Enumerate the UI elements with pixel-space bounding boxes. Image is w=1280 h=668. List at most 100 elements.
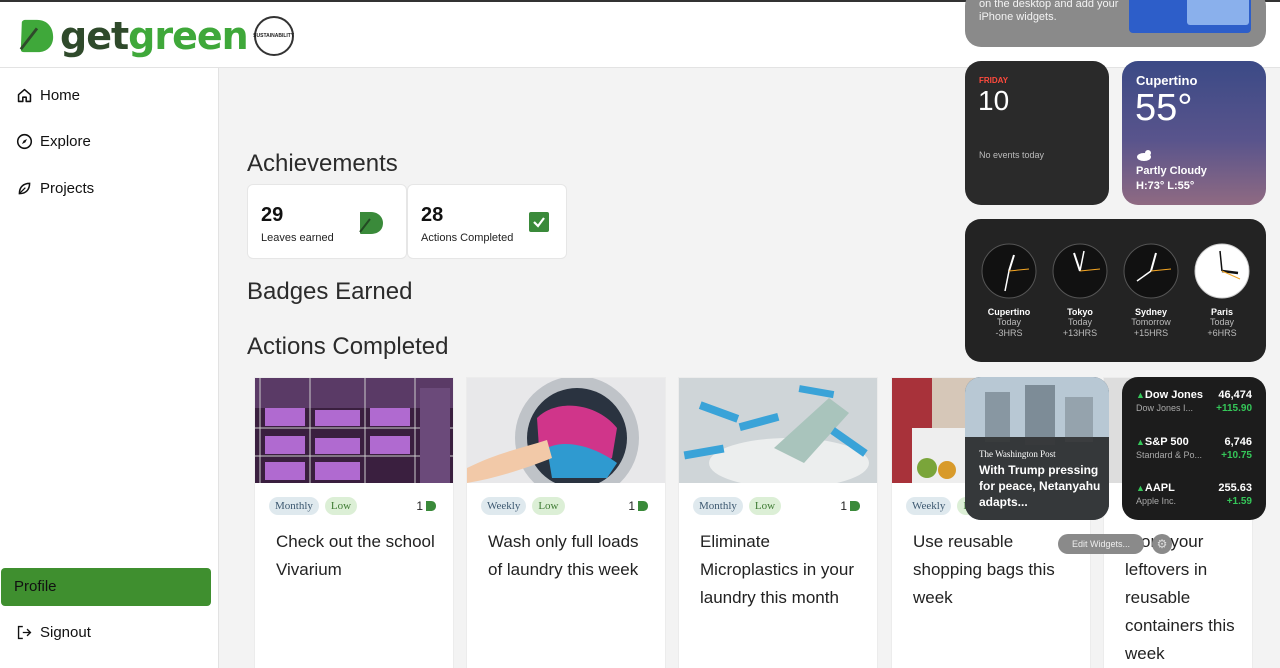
leaf-icon: [18, 182, 31, 195]
frequency-tag: Monthly: [693, 497, 743, 515]
badges-heading: Badges Earned: [247, 278, 413, 305]
clock-offset: +13HRS: [1062, 328, 1098, 338]
actions-completed-card: 28 Actions Completed: [407, 184, 567, 259]
clothespins-image: [679, 378, 877, 483]
signout-label: Signout: [40, 624, 91, 641]
calendar-day: FRIDAY: [979, 76, 1009, 85]
leaf-icon: [850, 501, 860, 511]
clock-city: Paris: [1210, 307, 1234, 317]
frequency-tag: Monthly: [269, 497, 319, 515]
stock-row: ▲S&P 500 6,746 Standard & Po... +10.75: [1136, 436, 1252, 461]
leaf-icon: [359, 212, 383, 234]
home-icon: [17, 88, 32, 103]
sustainability-seal: SUSTAINABILITY: [253, 16, 294, 56]
leaf-count: 1: [628, 499, 649, 513]
leaf-icon: [426, 501, 436, 511]
signout-icon: [17, 625, 32, 640]
laundry-image: [467, 378, 665, 483]
clock-tokyo: Tokyo Today +13HRS: [1051, 243, 1109, 339]
main-content: Achievements 29 Leaves earned 28 Actions…: [219, 68, 1280, 668]
checkbox-icon: [529, 212, 549, 232]
card-title: Eliminate Microplastics in your laundry …: [700, 532, 854, 607]
clock-cupertino: Cupertino Today -3HRS: [980, 243, 1038, 339]
profile-button[interactable]: Profile: [1, 568, 211, 606]
actions-completed-value: 28: [421, 204, 444, 226]
weather-condition: Partly Cloudy: [1136, 165, 1207, 177]
clock-day: Today: [996, 317, 1022, 327]
compass-icon: [16, 133, 33, 150]
stocks-widget[interactable]: ▲Dow Jones 46,474 Dow Jones I... +115.90 ▲…: [1122, 377, 1266, 520]
sidebar-item-label: Projects: [40, 180, 95, 197]
sidebar-item-home[interactable]: Home: [16, 87, 80, 104]
actions-completed-label: Actions Completed: [421, 232, 514, 244]
news-headline: With Trump pressing for peace, Netanyahu…: [979, 463, 1101, 509]
achievements-heading: Achievements: [247, 150, 398, 177]
card-title: Wash only full loads of laundry this wee…: [488, 532, 639, 579]
up-arrow-icon: ▲: [1136, 437, 1145, 447]
card-title: Store your leftovers in reusable contain…: [1125, 532, 1235, 663]
level-tag: Low: [532, 497, 565, 515]
weather-widget[interactable]: Cupertino 55° Partly Cloudy H:73° L:55°: [1122, 61, 1266, 205]
stock-row: ▲AAPL 255.63 Apple Inc. +1.59: [1136, 482, 1252, 507]
card-title: Check out the school Vivarium: [276, 532, 435, 579]
news-publisher: The Washington Post: [979, 449, 1056, 459]
sidebar-item-projects[interactable]: Projects: [16, 180, 94, 197]
signout-button[interactable]: Signout: [16, 624, 91, 641]
gear-icon[interactable]: ⚙: [1152, 534, 1172, 554]
frequency-tag: Weekly: [906, 497, 952, 515]
sidebar-item-explore[interactable]: Explore: [16, 133, 91, 150]
level-tag: Low: [748, 497, 782, 515]
sidebar-item-label: Explore: [40, 133, 91, 150]
clock-offset: -3HRS: [995, 328, 1023, 338]
clock-face-icon: [1194, 243, 1250, 299]
weather-hilo: H:73° L:55°: [1136, 180, 1195, 192]
vivarium-image: [255, 378, 453, 483]
getgreen-logo[interactable]: getgreen SUSTAINABILITY: [18, 16, 294, 56]
clock-face-icon: [1052, 243, 1108, 299]
clock-offset: +6HRS: [1207, 328, 1237, 338]
clock-day: Today: [1067, 317, 1093, 327]
leaf-count: 1: [416, 499, 437, 513]
clock-paris: Paris Today +6HRS: [1193, 243, 1251, 339]
promo-text: on the desktop and add your iPhone widge…: [979, 0, 1119, 23]
clock-day: Tomorrow: [1131, 317, 1171, 327]
weather-city: Cupertino: [1136, 73, 1198, 88]
leaf-count: 1: [840, 499, 861, 513]
action-card[interactable]: Monthly Low 1 Check out the school Vivari…: [254, 377, 454, 668]
card-title: Use reusable shopping bags this week: [913, 532, 1055, 607]
clock-day: Today: [1209, 317, 1235, 327]
sidebar-item-label: Home: [40, 87, 81, 104]
calendar-widget[interactable]: FRIDAY 10 No events today: [965, 61, 1109, 205]
promo-image-inner: [1187, 0, 1249, 25]
up-arrow-icon: ▲: [1136, 390, 1145, 400]
clock-city: Cupertino: [987, 307, 1031, 317]
clock-city: Tokyo: [1067, 307, 1093, 317]
leaf-icon: [638, 501, 648, 511]
up-arrow-icon: ▲: [1136, 483, 1145, 493]
leaves-earned-label: Leaves earned: [261, 232, 334, 244]
sidebar: Home Explore Projects Profile Signout: [0, 68, 219, 668]
widget-promo: on the desktop and add your iPhone widge…: [965, 0, 1266, 47]
stock-row: ▲Dow Jones 46,474 Dow Jones I... +115.90: [1136, 389, 1252, 414]
leaves-earned-value: 29: [261, 204, 284, 226]
brand-name: getgreen: [60, 14, 249, 58]
news-widget[interactable]: The Washington Post With Trump pressing …: [965, 377, 1109, 520]
clock-sydney: Sydney Tomorrow +15HRS: [1122, 243, 1180, 339]
edit-widgets-button[interactable]: Edit Widgets...: [1058, 534, 1144, 554]
weather-temp: 55°: [1135, 87, 1193, 129]
partly-cloudy-icon: [1137, 150, 1151, 161]
leaf-logo-icon: [19, 19, 54, 53]
clock-city: Sydney: [1134, 307, 1167, 317]
leaves-earned-card: 29 Leaves earned: [247, 184, 407, 259]
calendar-events: No events today: [979, 150, 1045, 160]
calendar-date: 10: [978, 85, 1010, 116]
action-card[interactable]: Monthly Low 1 Eliminate Microplastics in …: [678, 377, 878, 668]
action-card[interactable]: Weekly Low 1 Wash only full loads of laun…: [466, 377, 666, 668]
world-clock-widget[interactable]: Cupertino Today -3HRS Tokyo Today +13HRS…: [965, 219, 1266, 362]
frequency-tag: Weekly: [481, 497, 527, 515]
clock-face-icon: [1123, 243, 1179, 299]
level-tag: Low: [324, 497, 358, 515]
actions-heading: Actions Completed: [247, 333, 449, 360]
clock-offset: +15HRS: [1133, 328, 1169, 338]
clock-face-icon: [981, 243, 1037, 299]
